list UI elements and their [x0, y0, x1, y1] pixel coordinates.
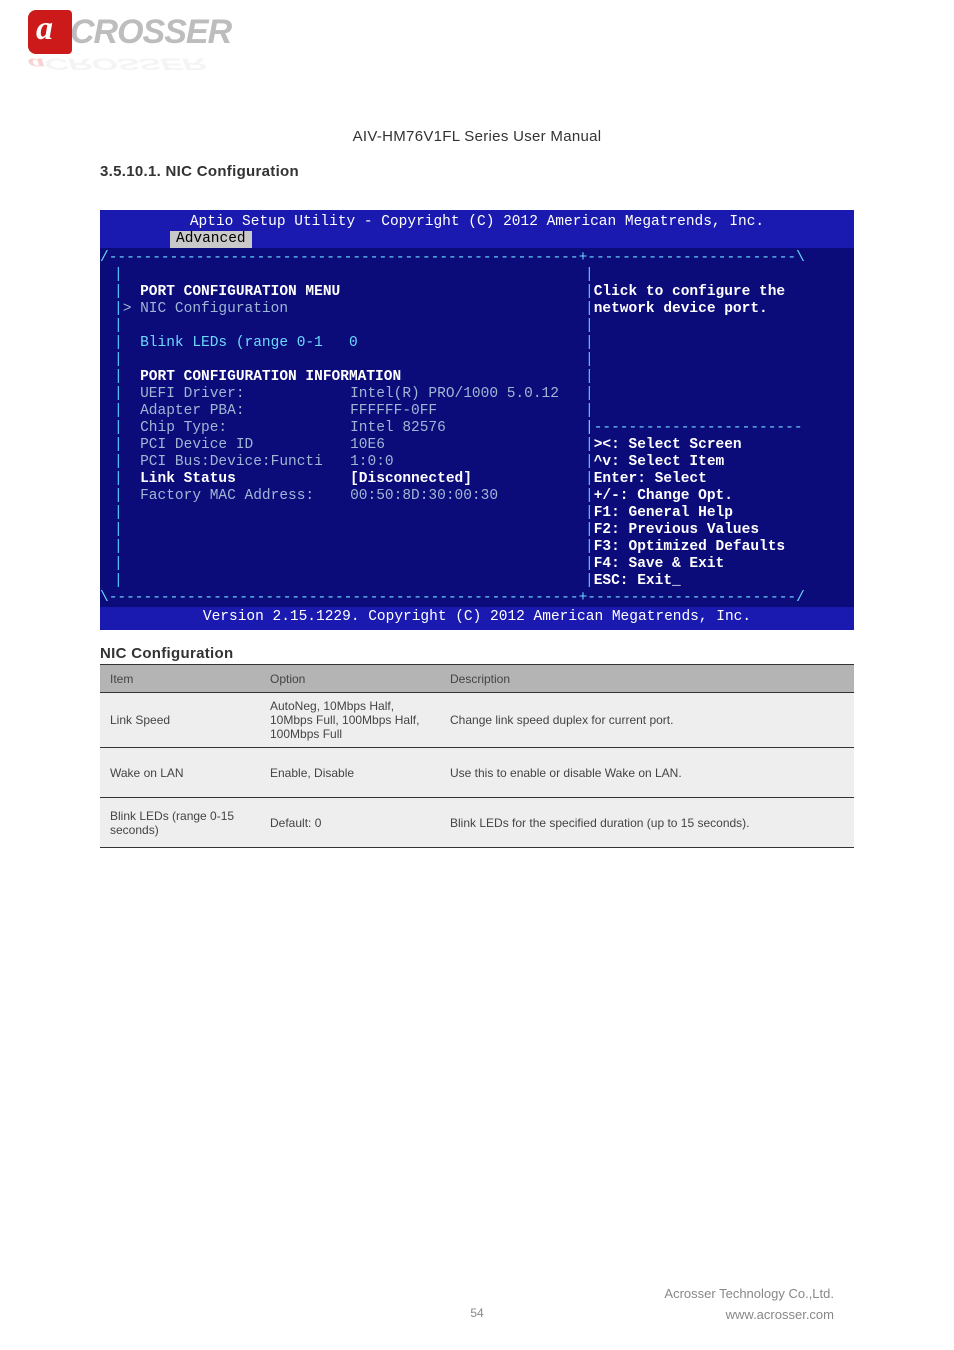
- table-header-row: Item Option Description: [100, 665, 854, 693]
- bios-title-bar: Aptio Setup Utility - Copyright (C) 2012…: [100, 210, 854, 248]
- table-row: Wake on LAN Enable, Disable Use this to …: [100, 748, 854, 798]
- logo-reflection: aCROSSER: [28, 54, 231, 74]
- section-heading: 3.5.10.1. NIC Configuration: [100, 163, 299, 180]
- port-config-menu-title: PORT CONFIGURATION MENU: [140, 284, 340, 300]
- port-config-info-title: PORT CONFIGURATION INFORMATION: [140, 369, 401, 385]
- bios-key-hint: ^v: Select Item: [594, 454, 725, 470]
- nic-configuration-item[interactable]: NIC Configuration: [140, 301, 288, 317]
- bios-key-hint: F2: Previous Values: [594, 522, 759, 538]
- logo-mark-icon: [28, 10, 72, 54]
- bios-key-hint: F4: Save & Exit: [594, 556, 725, 572]
- nic-options-table: Item Option Description Link Speed AutoN…: [100, 664, 854, 848]
- col-desc: Description: [440, 665, 854, 693]
- bios-key-hint: +/-: Change Opt.: [594, 488, 733, 504]
- info-value: FFFFFF-0FF: [350, 403, 437, 420]
- bios-top-border: /---------------------------------------…: [100, 250, 854, 267]
- info-value: Intel(R) PRO/1000 5.0.12: [350, 386, 559, 403]
- cell-item: Blink LEDs (range 0-15 seconds): [100, 798, 260, 848]
- blink-leds-label[interactable]: Blink LEDs (range 0-1: [140, 335, 323, 351]
- bios-right-divider: |------------------------: [585, 420, 840, 437]
- page-number: 54: [0, 1306, 954, 1320]
- info-label: Chip Type:: [140, 420, 350, 437]
- cell-desc: Change link speed duplex for current por…: [440, 693, 854, 748]
- info-value: 00:50:8D:30:00:30: [350, 488, 498, 505]
- logo-text: CROSSER: [70, 13, 231, 51]
- col-option: Option: [260, 665, 440, 693]
- cell-desc: Use this to enable or disable Wake on LA…: [440, 748, 854, 798]
- cell-item: Link Speed: [100, 693, 260, 748]
- brand-logo: CROSSER aCROSSER: [28, 10, 231, 83]
- cell-option: AutoNeg, 10Mbps Half, 10Mbps Full, 100Mb…: [260, 693, 440, 748]
- blink-leds-value[interactable]: 0: [349, 335, 358, 351]
- bios-key-hint: Enter: Select: [594, 471, 707, 487]
- info-label: Factory MAC Address:: [140, 488, 350, 505]
- info-value: 10E6: [350, 437, 385, 454]
- nic-table-heading: NIC Configuration: [100, 645, 233, 662]
- bios-right-pane: | |Click to configure the |network devic…: [585, 267, 840, 590]
- info-label: Adapter PBA:: [140, 403, 350, 420]
- bios-screenshot: Aptio Setup Utility - Copyright (C) 2012…: [100, 210, 854, 615]
- bios-help-text: network device port.: [594, 301, 768, 317]
- bios-version-footer: Version 2.15.1229. Copyright (C) 2012 Am…: [100, 607, 854, 630]
- cell-option: Enable, Disable: [260, 748, 440, 798]
- manual-title: AIV-HM76V1FL Series User Manual: [0, 128, 954, 145]
- table-row: Blink LEDs (range 0-15 seconds) Default:…: [100, 798, 854, 848]
- bios-key-hint: F1: General Help: [594, 505, 733, 521]
- info-value: Intel 82576: [350, 420, 446, 437]
- info-label: UEFI Driver:: [140, 386, 350, 403]
- bios-bottom-border: \---------------------------------------…: [100, 590, 854, 607]
- footer-company: Acrosser Technology Co.,Ltd.: [0, 1286, 834, 1301]
- cell-item: Wake on LAN: [100, 748, 260, 798]
- col-item: Item: [100, 665, 260, 693]
- bios-key-hint: ><: Select Screen: [594, 437, 742, 453]
- bios-help-text: Click to configure the: [594, 284, 785, 300]
- info-value: 1:0:0: [350, 454, 394, 471]
- link-status-value: [Disconnected]: [350, 471, 472, 488]
- bios-tab-advanced[interactable]: Advanced: [170, 231, 252, 248]
- bios-key-hint: ESC: Exit_: [594, 573, 681, 589]
- info-label: PCI Device ID: [140, 437, 350, 454]
- info-label: PCI Bus:Device:Functi: [140, 454, 350, 471]
- cell-desc: Blink LEDs for the specified duration (u…: [440, 798, 854, 848]
- bios-title: Aptio Setup Utility - Copyright (C) 2012…: [100, 214, 854, 231]
- bios-key-hint: F3: Optimized Defaults: [594, 539, 785, 555]
- link-status-label: Link Status: [140, 471, 350, 488]
- bios-left-pane: | | PORT CONFIGURATION MENU |> NIC Confi…: [100, 267, 585, 590]
- table-row: Link Speed AutoNeg, 10Mbps Half, 10Mbps …: [100, 693, 854, 748]
- cell-option: Default: 0: [260, 798, 440, 848]
